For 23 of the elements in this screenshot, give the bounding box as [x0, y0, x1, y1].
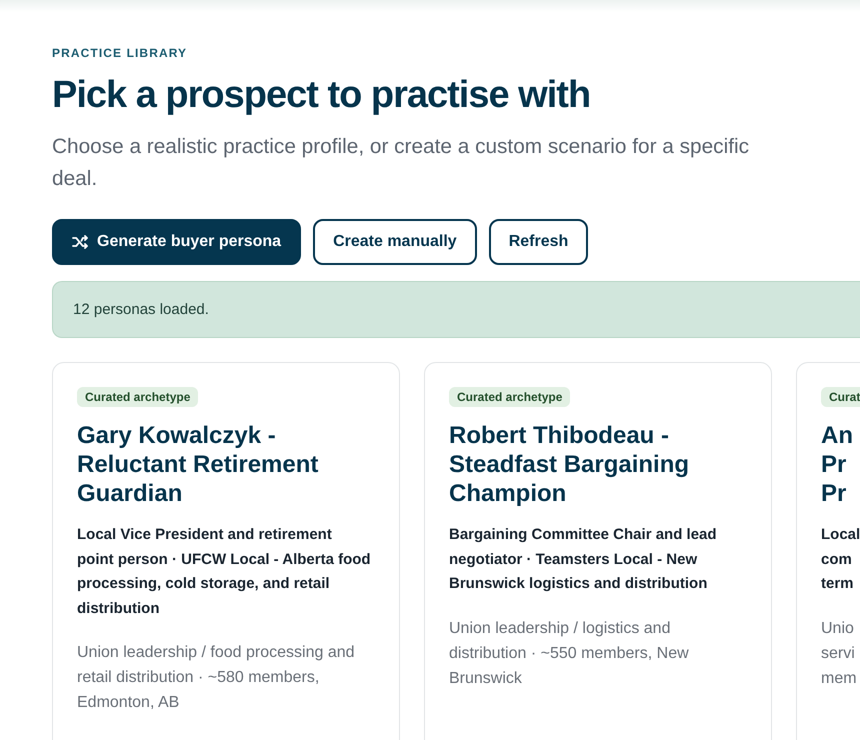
page-subtitle: Choose a realistic practice profile, or create a custom scenario for a specific deal. — [52, 134, 750, 192]
shuffle-icon — [72, 235, 89, 249]
create-manually-button[interactable]: Create manually — [313, 219, 477, 265]
status-message: 12 personas loaded. — [73, 301, 209, 318]
generate-persona-button[interactable]: Generate buyer persona — [52, 219, 302, 265]
section-eyebrow: PRACTICE LIBRARY — [52, 45, 188, 61]
persona-role: Bargaining Committee Chair and lead negotiator · Teamsters Local - New Brunswick logistics and distribution — [449, 525, 718, 594]
persona-details: Unio servi mem — [821, 618, 858, 688]
category-tag: Curat — [821, 387, 860, 407]
persona-details: Union leadership / food processing and retail distribution · ~580 members, Edmonton, AB — [77, 643, 356, 713]
category-tag: Curated archetype — [77, 387, 198, 407]
persona-role: Local com term — [821, 525, 860, 594]
persona-role: Local Vice President and retirement point person · UFCW Local - Alberta food processing, cold storage, and retail distribution — [77, 525, 372, 618]
persona-card[interactable] — [424, 362, 772, 740]
persona-name: Robert Thibodeau - Steadfast Bargaining Champion — [449, 421, 690, 508]
category-tag: Curated archetype — [449, 387, 570, 407]
refresh-button[interactable]: Refresh — [488, 219, 588, 265]
persona-details: Union leadership / logistics and distribution · ~550 members, New Brunswick — [449, 618, 690, 688]
persona-name: Gary Kowalczyk - Reluctant Retirement Guardian — [77, 421, 320, 508]
page-title: Pick a prospect to practise with — [52, 73, 592, 118]
persona-card[interactable] — [52, 362, 400, 740]
persona-card[interactable]: Curat An Pr Pr Local com term Unio servi mem — [796, 362, 860, 740]
persona-name: An Pr Pr — [821, 421, 854, 508]
